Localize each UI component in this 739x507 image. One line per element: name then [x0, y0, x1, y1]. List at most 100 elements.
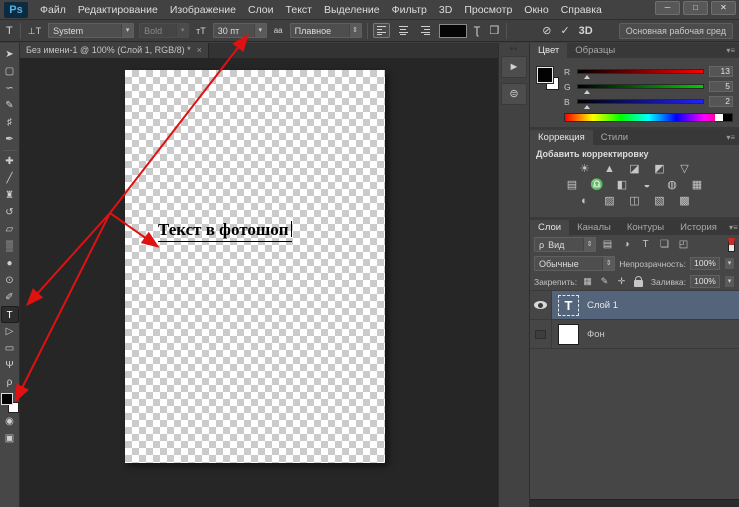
threshold-icon[interactable]: ◫ [627, 195, 643, 208]
screen-mode-button[interactable]: ▣ [1, 430, 19, 447]
red-channel-slider[interactable] [577, 69, 704, 74]
rectangle-tool[interactable]: ▭ [1, 340, 19, 357]
posterize-icon[interactable]: ▨ [602, 195, 618, 208]
workspace-switcher-button[interactable]: Основная рабочая сред [619, 23, 733, 39]
quick-selection-tool[interactable]: ✎ [1, 97, 19, 114]
lock-transparency-icon[interactable]: ▦ [581, 275, 594, 288]
menu-type[interactable]: Текст [280, 0, 318, 20]
brush-tool[interactable]: ╱ [1, 170, 19, 187]
exposure-icon[interactable]: ◩ [652, 163, 668, 176]
tab-swatches[interactable]: Образцы [567, 43, 623, 58]
panel-menu-icon[interactable]: ▾≡ [725, 220, 739, 235]
eye-hidden-icon[interactable] [535, 330, 546, 339]
move-tool[interactable]: ➤ [1, 46, 19, 63]
blue-channel-value[interactable]: 2 [709, 96, 733, 107]
canvas-text-layer[interactable]: Текст в фотошоп [158, 220, 292, 242]
text-layer-thumbnail[interactable]: T [558, 295, 579, 316]
layer-row-background[interactable]: Фон [530, 320, 739, 349]
dodge-tool[interactable]: ⊙ [1, 272, 19, 289]
filter-shape-layers-icon[interactable]: ❏ [657, 238, 672, 252]
lock-image-icon[interactable]: ✎ [598, 275, 611, 288]
font-size-select[interactable]: 30 пт ▾ [213, 23, 267, 38]
antialias-select[interactable]: Плавное ⇕ [290, 23, 362, 38]
menu-image[interactable]: Изображение [164, 0, 242, 20]
slider-thumb-icon[interactable] [584, 90, 590, 94]
filter-toggle-switch[interactable] [728, 238, 735, 252]
filter-adjustment-layers-icon[interactable]: ◑ [619, 238, 634, 252]
foreground-color-swatch[interactable] [537, 67, 553, 83]
crop-tool[interactable]: ♯ [1, 114, 19, 131]
layer-name[interactable]: Фон [587, 329, 605, 340]
layer-row-text[interactable]: T Слой 1 [530, 291, 739, 320]
updown-arrows-icon[interactable]: ⇕ [583, 238, 595, 251]
updown-arrows-icon[interactable]: ⇕ [602, 257, 614, 270]
levels-icon[interactable]: ▲ [602, 163, 618, 176]
zoom-tool[interactable]: ρ [1, 374, 19, 391]
tab-paths[interactable]: Контуры [619, 220, 672, 235]
tab-color[interactable]: Цвет [530, 43, 567, 58]
photo-filter-icon[interactable]: ◒ [639, 179, 655, 192]
menu-3d[interactable]: 3D [433, 0, 458, 20]
white-swatch[interactable] [715, 114, 723, 121]
chevron-down-icon[interactable]: ▾ [121, 24, 133, 37]
layer-content[interactable]: T Слой 1 [552, 291, 739, 319]
tab-history[interactable]: История [672, 220, 725, 235]
tab-styles[interactable]: Стили [593, 130, 636, 145]
pen-tool[interactable]: ✐ [1, 289, 19, 306]
eye-icon[interactable] [534, 301, 547, 309]
gradient-tool[interactable]: ▒ [1, 238, 19, 255]
filter-smart-objects-icon[interactable]: ◰ [676, 238, 691, 252]
marquee-tool[interactable]: ▢ [1, 63, 19, 80]
panel-fg-bg-swatches[interactable] [537, 67, 563, 93]
chevron-down-icon[interactable]: ▾ [724, 275, 735, 288]
color-spectrum-ramp[interactable] [564, 113, 733, 122]
canvas[interactable]: Текст в фотошоп [125, 70, 385, 463]
play-panel-icon[interactable]: ► [501, 56, 527, 78]
invert-icon[interactable]: ◐ [577, 195, 593, 208]
warp-text-icon[interactable]: Ʈ [472, 23, 483, 39]
curves-icon[interactable]: ◪ [627, 163, 643, 176]
menu-window[interactable]: Окно [518, 0, 554, 20]
menu-edit[interactable]: Редактирование [72, 0, 164, 20]
updown-arrows-icon[interactable]: ⇕ [349, 24, 361, 37]
tab-close-icon[interactable]: × [197, 43, 202, 58]
visibility-cell[interactable] [530, 291, 552, 319]
align-left-button[interactable] [373, 23, 390, 38]
menu-help[interactable]: Справка [555, 0, 608, 20]
lock-position-icon[interactable]: ✛ [615, 275, 628, 288]
commit-edit-icon[interactable]: ✓ [558, 23, 571, 39]
tab-adjustments[interactable]: Коррекция [530, 130, 593, 145]
cancel-edit-icon[interactable]: ⊘ [540, 23, 553, 39]
opacity-value[interactable]: 100% [690, 257, 720, 270]
red-channel-value[interactable]: 13 [709, 66, 733, 77]
visibility-cell[interactable] [530, 320, 552, 348]
minimize-button[interactable]: ─ [655, 1, 680, 15]
filter-type-layers-icon[interactable]: T [638, 238, 653, 252]
font-family-select[interactable]: System ▾ [48, 23, 134, 38]
foreground-background-colors[interactable] [1, 393, 19, 413]
dock-grip[interactable]: ▪▪ [510, 45, 518, 53]
properties-panel-icon[interactable]: ⊜ [501, 83, 527, 105]
quick-mask-button[interactable]: ◉ [1, 413, 19, 430]
gradient-map-icon[interactable]: ▧ [652, 195, 668, 208]
chevron-down-icon[interactable]: ▾ [254, 24, 266, 37]
black-swatch[interactable] [723, 114, 732, 121]
filter-kind-select[interactable]: ρ Вид ⇕ [534, 237, 596, 252]
menu-view[interactable]: Просмотр [458, 0, 518, 20]
align-right-button[interactable] [417, 23, 434, 38]
layer-name[interactable]: Слой 1 [587, 300, 618, 311]
blend-mode-select[interactable]: Обычные ⇕ [534, 256, 615, 271]
panel-menu-icon[interactable]: ▾≡ [722, 43, 739, 58]
background-layer-thumbnail[interactable] [558, 324, 579, 345]
chevron-down-icon[interactable]: ▾ [724, 257, 735, 270]
close-button[interactable]: ✕ [711, 1, 736, 15]
text-orientation-icon[interactable]: ⊥T [26, 23, 43, 39]
hand-tool[interactable]: Ψ [1, 357, 19, 374]
brightness-contrast-icon[interactable]: ☀ [577, 163, 593, 176]
text-color-swatch[interactable] [439, 24, 467, 38]
menu-filter[interactable]: Фильтр [386, 0, 433, 20]
clone-stamp-tool[interactable]: ♜ [1, 187, 19, 204]
document-tab[interactable]: Без имени-1 @ 100% (Слой 1, RGB/8) * × [20, 43, 209, 58]
fill-value[interactable]: 100% [690, 275, 720, 288]
type-tool[interactable]: T [1, 306, 19, 323]
